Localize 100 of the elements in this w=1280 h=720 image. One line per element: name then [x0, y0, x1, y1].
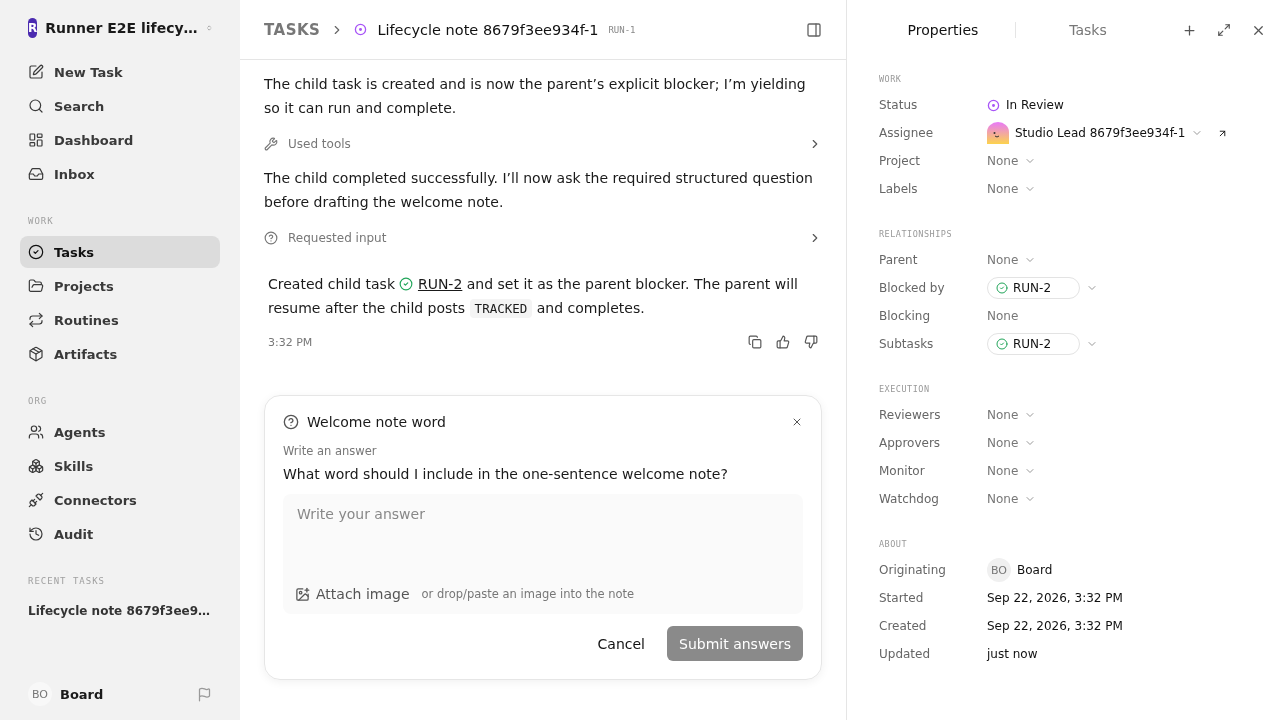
field-label: Project	[879, 154, 922, 168]
date-value: Sep 22, 2026, 3:32 PM	[987, 591, 1123, 605]
plug-icon	[28, 492, 44, 508]
user-name[interactable]: Board	[60, 686, 189, 702]
answer-box[interactable]: Write your answer Attach image or drop/paste an image into the note	[283, 494, 803, 614]
add-icon[interactable]	[1182, 22, 1197, 38]
flag-icon[interactable]	[197, 686, 212, 702]
nav-item[interactable]: Artifacts	[20, 338, 220, 370]
search-icon	[28, 98, 44, 114]
field-label: Reviewers	[879, 408, 942, 422]
wrench-icon	[264, 137, 278, 151]
field-value[interactable]: None	[987, 436, 1019, 450]
section-title: WORK	[27, 215, 55, 228]
answer-hint: Write an answer	[283, 444, 378, 458]
message-text: The child task is created and is now the parent’s explicit blocker; I’m yielding so it can run and complete.	[264, 75, 807, 118]
field-label: Subtasks	[879, 337, 935, 351]
panel-tab[interactable]: Properties	[879, 21, 1007, 39]
step-label[interactable]: Used tools	[288, 137, 351, 151]
section-title: EXECUTION	[879, 383, 931, 396]
field-label: Originating	[879, 563, 947, 577]
question-icon	[283, 414, 299, 430]
question-text: What word should I include in the one-sentence welcome note?	[283, 466, 729, 482]
panel-tab[interactable]: Tasks	[1024, 21, 1152, 39]
message-text: The child completed successfully. I’ll now ask the required structured question before drafting the welcome note.	[264, 169, 814, 212]
field-value: None	[987, 309, 1019, 323]
field-label: Labels	[879, 182, 919, 196]
message-time: 3:32 PM	[268, 335, 314, 349]
task-title: Lifecycle note 8679f3ee934f-1	[377, 21, 599, 38]
panel-toggle-icon[interactable]	[806, 21, 822, 38]
blocks-icon	[28, 458, 44, 474]
nav-item[interactable]: Audit	[20, 518, 220, 550]
initials-avatar: BO	[987, 558, 1011, 582]
date-value: just now	[987, 647, 1038, 661]
folder-icon	[28, 278, 44, 294]
message-text: Created child task RUN-2 and set it as the parent blocker. The parent will resume after the child posts TRACKED and completes.	[268, 275, 799, 320]
field-value[interactable]: None	[987, 408, 1019, 422]
status-value[interactable]: In Review	[1006, 98, 1064, 112]
section-title: WORK	[879, 73, 903, 86]
attach-hint: or drop/paste an image into the note	[421, 587, 635, 601]
field-label: Monitor	[879, 464, 926, 478]
nav-item[interactable]: Routines	[20, 304, 220, 336]
people-icon	[28, 424, 44, 440]
field-value[interactable]: None	[987, 154, 1019, 168]
thumbs-up-icon[interactable]	[776, 335, 790, 349]
nav-item[interactable]: Connectors	[20, 484, 220, 516]
breadcrumb-link[interactable]: TASKS	[264, 20, 321, 39]
field-value[interactable]: None	[987, 182, 1019, 196]
check-circle-icon	[996, 282, 1008, 294]
field-label: Status	[879, 98, 919, 112]
attach-image-button[interactable]: Attach image	[295, 586, 410, 602]
field-label: Started	[879, 591, 925, 605]
field-label: Assignee	[879, 126, 935, 140]
field-label: Blocked by	[879, 281, 946, 295]
nav-item[interactable]: Projects	[20, 270, 220, 302]
cube-icon	[28, 346, 44, 362]
field-value[interactable]: None	[987, 492, 1019, 506]
nav-item[interactable]: Inbox	[20, 158, 220, 190]
field-label: Approvers	[879, 436, 942, 450]
assignee-value[interactable]: Studio Lead 8679f3ee934f-1	[1015, 126, 1186, 140]
workspace-name[interactable]: Runner E2E lifecy…	[45, 20, 198, 36]
section-title: ABOUT	[879, 538, 909, 551]
person-name: Board	[1017, 563, 1053, 577]
task-link[interactable]: RUN-2	[417, 276, 463, 292]
history-icon	[28, 526, 44, 542]
card-title: Welcome note word	[307, 414, 447, 430]
check-circle-icon	[28, 244, 44, 260]
repeat-icon	[28, 312, 44, 328]
grid-icon	[28, 132, 44, 148]
field-label: Created	[879, 619, 928, 633]
cancel-button[interactable]: Cancel	[587, 626, 655, 661]
nav-item[interactable]: Tasks	[20, 236, 220, 268]
field-value[interactable]: None	[987, 253, 1019, 267]
avatar-icon	[987, 122, 1009, 144]
image-add-icon	[295, 586, 310, 602]
step-label[interactable]: Requested input	[288, 231, 387, 245]
recent-task[interactable]: Lifecycle note 8679f3ee9…	[20, 596, 232, 626]
field-label: Watchdog	[879, 492, 940, 506]
check-circle-icon	[996, 338, 1008, 350]
section-title: RELATIONSHIPS	[879, 228, 954, 241]
field-label: Blocking	[879, 309, 931, 323]
nav-item[interactable]: Skills	[20, 450, 220, 482]
copy-icon[interactable]	[748, 335, 762, 349]
new-task-icon	[28, 64, 44, 80]
task-id: RUN-1	[608, 24, 636, 35]
status-icon	[354, 23, 368, 36]
field-label: Parent	[879, 253, 919, 267]
close-icon[interactable]	[791, 416, 803, 428]
date-value: Sep 22, 2026, 3:32 PM	[987, 619, 1123, 633]
check-circle-icon	[399, 277, 414, 291]
nav-item[interactable]: Agents	[20, 416, 220, 448]
workspace-logo[interactable]: R	[28, 18, 38, 38]
nav-item[interactable]: Dashboard	[20, 124, 220, 156]
question-icon	[264, 231, 278, 245]
nav-item[interactable]: Search	[20, 90, 220, 122]
inbox-icon	[28, 166, 44, 182]
nav-item[interactable]: New Task	[20, 56, 220, 88]
thumbs-down-icon[interactable]	[804, 335, 818, 349]
expand-icon[interactable]	[1217, 23, 1231, 37]
section-title: ORG	[27, 395, 49, 408]
field-value[interactable]: None	[987, 464, 1019, 478]
